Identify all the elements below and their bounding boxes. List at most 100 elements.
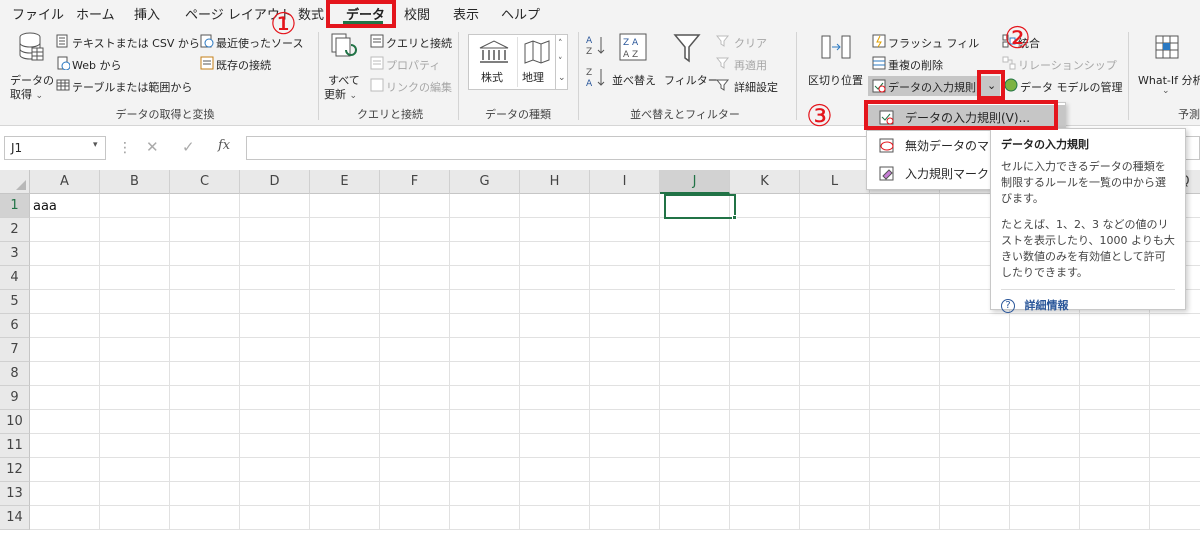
cell-g6[interactable] xyxy=(450,314,520,338)
cell-c11[interactable] xyxy=(170,434,240,458)
column-header-a[interactable]: A xyxy=(30,170,100,194)
tab-formulas[interactable]: 数式 xyxy=(298,4,324,23)
cell-a12[interactable] xyxy=(30,458,100,482)
cell-b4[interactable] xyxy=(100,266,170,290)
cell-i7[interactable] xyxy=(590,338,660,362)
cell-f3[interactable] xyxy=(380,242,450,266)
column-header-j[interactable]: J xyxy=(660,170,730,194)
tab-help[interactable]: ヘルプ xyxy=(501,4,540,23)
cell-k9[interactable] xyxy=(730,386,800,410)
cell-c4[interactable] xyxy=(170,266,240,290)
cell-k12[interactable] xyxy=(730,458,800,482)
sort-az-button[interactable]: AZ xyxy=(586,34,608,57)
cell-h4[interactable] xyxy=(520,266,590,290)
cell-i6[interactable] xyxy=(590,314,660,338)
cell-l2[interactable] xyxy=(800,218,870,242)
column-header-b[interactable]: B xyxy=(100,170,170,194)
cell-c12[interactable] xyxy=(170,458,240,482)
cell-f2[interactable] xyxy=(380,218,450,242)
cell-i3[interactable] xyxy=(590,242,660,266)
cell-e12[interactable] xyxy=(310,458,380,482)
clear-button[interactable]: クリア xyxy=(734,35,767,51)
cell-c14[interactable] xyxy=(170,506,240,530)
cell-d2[interactable] xyxy=(240,218,310,242)
cell-g12[interactable] xyxy=(450,458,520,482)
cell-g13[interactable] xyxy=(450,482,520,506)
row-header-10[interactable]: 10 xyxy=(0,410,30,434)
cell-b10[interactable] xyxy=(100,410,170,434)
cell-q6[interactable] xyxy=(1150,314,1200,338)
cell-e7[interactable] xyxy=(310,338,380,362)
cell-c1[interactable] xyxy=(170,194,240,218)
cell-k11[interactable] xyxy=(730,434,800,458)
cell-a3[interactable] xyxy=(30,242,100,266)
cell-i14[interactable] xyxy=(590,506,660,530)
row-header-12[interactable]: 12 xyxy=(0,458,30,482)
cell-d12[interactable] xyxy=(240,458,310,482)
cell-p14[interactable] xyxy=(1080,506,1150,530)
from-text-csv-button[interactable]: テキストまたは CSV から xyxy=(72,35,200,51)
cell-c9[interactable] xyxy=(170,386,240,410)
edit-links-button[interactable]: リンクの編集 xyxy=(386,79,452,95)
cell-l12[interactable] xyxy=(800,458,870,482)
cell-g2[interactable] xyxy=(450,218,520,242)
existing-connections-button[interactable]: 既存の接続 xyxy=(216,57,271,73)
row-header-2[interactable]: 2 xyxy=(0,218,30,242)
data-model-button[interactable]: データ モデルの管理 xyxy=(1020,79,1123,95)
row-header-8[interactable]: 8 xyxy=(0,362,30,386)
cell-a10[interactable] xyxy=(30,410,100,434)
relationships-button[interactable]: リレーションシップ xyxy=(1018,57,1117,73)
filter-button[interactable]: フィルター xyxy=(664,30,719,104)
column-header-d[interactable]: D xyxy=(240,170,310,194)
cell-f8[interactable] xyxy=(380,362,450,386)
cell-n11[interactable] xyxy=(940,434,1010,458)
cell-p11[interactable] xyxy=(1080,434,1150,458)
cell-i5[interactable] xyxy=(590,290,660,314)
cell-l9[interactable] xyxy=(800,386,870,410)
column-header-c[interactable]: C xyxy=(170,170,240,194)
cell-d8[interactable] xyxy=(240,362,310,386)
cell-q13[interactable] xyxy=(1150,482,1200,506)
advanced-button[interactable]: 詳細設定 xyxy=(734,79,778,95)
cell-q9[interactable] xyxy=(1150,386,1200,410)
cell-e1[interactable] xyxy=(310,194,380,218)
cell-j7[interactable] xyxy=(660,338,730,362)
cell-q11[interactable] xyxy=(1150,434,1200,458)
cell-h7[interactable] xyxy=(520,338,590,362)
cell-i10[interactable] xyxy=(590,410,660,434)
cell-e10[interactable] xyxy=(310,410,380,434)
tooltip-more-info-link[interactable]: 詳細情報 xyxy=(1025,299,1069,312)
cell-l8[interactable] xyxy=(800,362,870,386)
cell-a4[interactable] xyxy=(30,266,100,290)
cell-j10[interactable] xyxy=(660,410,730,434)
cell-a9[interactable] xyxy=(30,386,100,410)
cell-h13[interactable] xyxy=(520,482,590,506)
from-table-button[interactable]: テーブルまたは範囲から xyxy=(72,79,192,95)
cell-c10[interactable] xyxy=(170,410,240,434)
cell-b5[interactable] xyxy=(100,290,170,314)
cell-e2[interactable] xyxy=(310,218,380,242)
cell-g7[interactable] xyxy=(450,338,520,362)
cell-c8[interactable] xyxy=(170,362,240,386)
cell-p8[interactable] xyxy=(1080,362,1150,386)
cell-j11[interactable] xyxy=(660,434,730,458)
cell-f6[interactable] xyxy=(380,314,450,338)
cell-g14[interactable] xyxy=(450,506,520,530)
cell-q8[interactable] xyxy=(1150,362,1200,386)
cell-i8[interactable] xyxy=(590,362,660,386)
cell-g3[interactable] xyxy=(450,242,520,266)
cell-j8[interactable] xyxy=(660,362,730,386)
cell-d9[interactable] xyxy=(240,386,310,410)
cell-o9[interactable] xyxy=(1010,386,1080,410)
cell-m11[interactable] xyxy=(870,434,940,458)
cell-d1[interactable] xyxy=(240,194,310,218)
cell-b9[interactable] xyxy=(100,386,170,410)
cell-b12[interactable] xyxy=(100,458,170,482)
cell-h11[interactable] xyxy=(520,434,590,458)
cell-b2[interactable] xyxy=(100,218,170,242)
cell-l7[interactable] xyxy=(800,338,870,362)
cell-p13[interactable] xyxy=(1080,482,1150,506)
cell-f14[interactable] xyxy=(380,506,450,530)
cell-l3[interactable] xyxy=(800,242,870,266)
column-header-i[interactable]: I xyxy=(590,170,660,194)
